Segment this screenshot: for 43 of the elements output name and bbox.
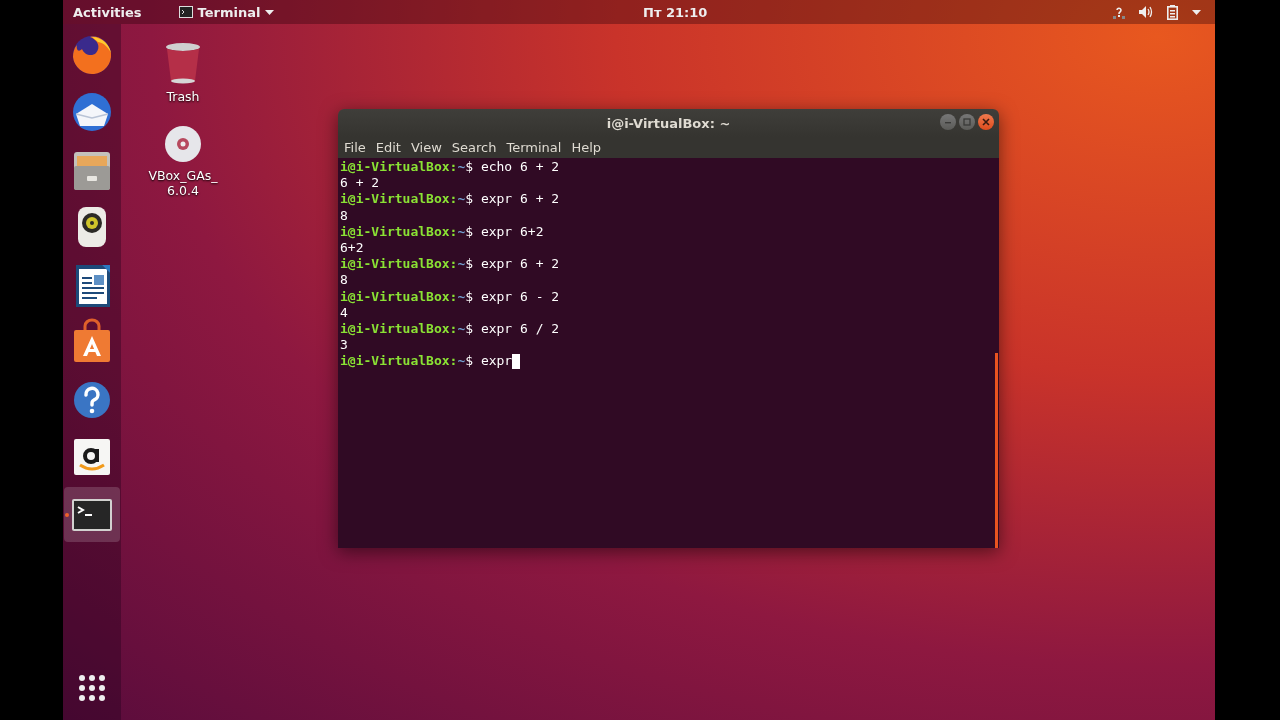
menu-item[interactable]: Edit bbox=[370, 140, 406, 155]
volume-icon[interactable] bbox=[1139, 6, 1153, 18]
terminal-line: i@i-VirtualBox:~$ expr bbox=[340, 353, 513, 370]
maximize-button[interactable] bbox=[959, 114, 975, 130]
menu-item[interactable]: Search bbox=[446, 140, 502, 155]
activities-button[interactable]: Activities bbox=[73, 4, 142, 20]
menu-item[interactable]: Terminal bbox=[501, 140, 567, 155]
menu-item[interactable]: Help bbox=[566, 140, 607, 155]
close-button[interactable] bbox=[978, 114, 994, 130]
caret-icon[interactable] bbox=[1192, 9, 1201, 15]
app-grid-icon[interactable] bbox=[78, 674, 106, 702]
disc-icon bbox=[163, 124, 203, 164]
desktop-icon-label[interactable]: Trash bbox=[166, 89, 200, 104]
battery-icon[interactable] bbox=[1167, 4, 1178, 20]
terminal-line: i@i-VirtualBox:~$ expr 6 - 2 bbox=[340, 288, 560, 305]
terminal-line: 6+2 bbox=[340, 239, 364, 257]
app-menu[interactable]: Terminal bbox=[178, 4, 275, 20]
scrollbar[interactable] bbox=[995, 353, 998, 548]
terminal-line: 4 bbox=[340, 304, 348, 321]
maximize-icon bbox=[963, 118, 971, 126]
close-icon bbox=[982, 118, 990, 126]
terminal-line: 8 bbox=[340, 207, 348, 224]
terminal-line: 3 bbox=[340, 337, 348, 354]
clock[interactable]: Пт 21:10 bbox=[643, 4, 708, 20]
terminal-line: i@i-VirtualBox:~$ expr 6+2 bbox=[340, 223, 544, 240]
terminal-line: 8 bbox=[340, 272, 348, 289]
terminal-line: 6 + 2 bbox=[340, 175, 380, 192]
window-title: i@i-VirtualBox: ~ bbox=[606, 115, 731, 131]
network-question-icon[interactable] bbox=[1113, 5, 1125, 19]
menu-item[interactable]: File bbox=[339, 140, 371, 155]
desktop-icon-label[interactable]: VBox_GAs_ 6.0.4 bbox=[148, 168, 218, 198]
terminal-line: i@i-VirtualBox:~$ expr 6 + 2 bbox=[340, 191, 560, 208]
menu-item[interactable]: View bbox=[405, 140, 447, 155]
trash-icon bbox=[163, 41, 203, 85]
terminal-line: i@i-VirtualBox:~$ expr 6 + 2 bbox=[340, 256, 560, 273]
terminal-line: i@i-VirtualBox:~$ echo 6 + 2 bbox=[340, 159, 560, 176]
terminal-area[interactable] bbox=[338, 158, 999, 548]
minimize-button[interactable] bbox=[940, 114, 956, 130]
caret-icon bbox=[265, 9, 275, 15]
running-indicator bbox=[65, 513, 69, 517]
terminal-line: i@i-VirtualBox:~$ expr 6 / 2 bbox=[340, 320, 560, 338]
terminal-icon bbox=[178, 6, 193, 18]
dock-item[interactable] bbox=[64, 487, 120, 542]
